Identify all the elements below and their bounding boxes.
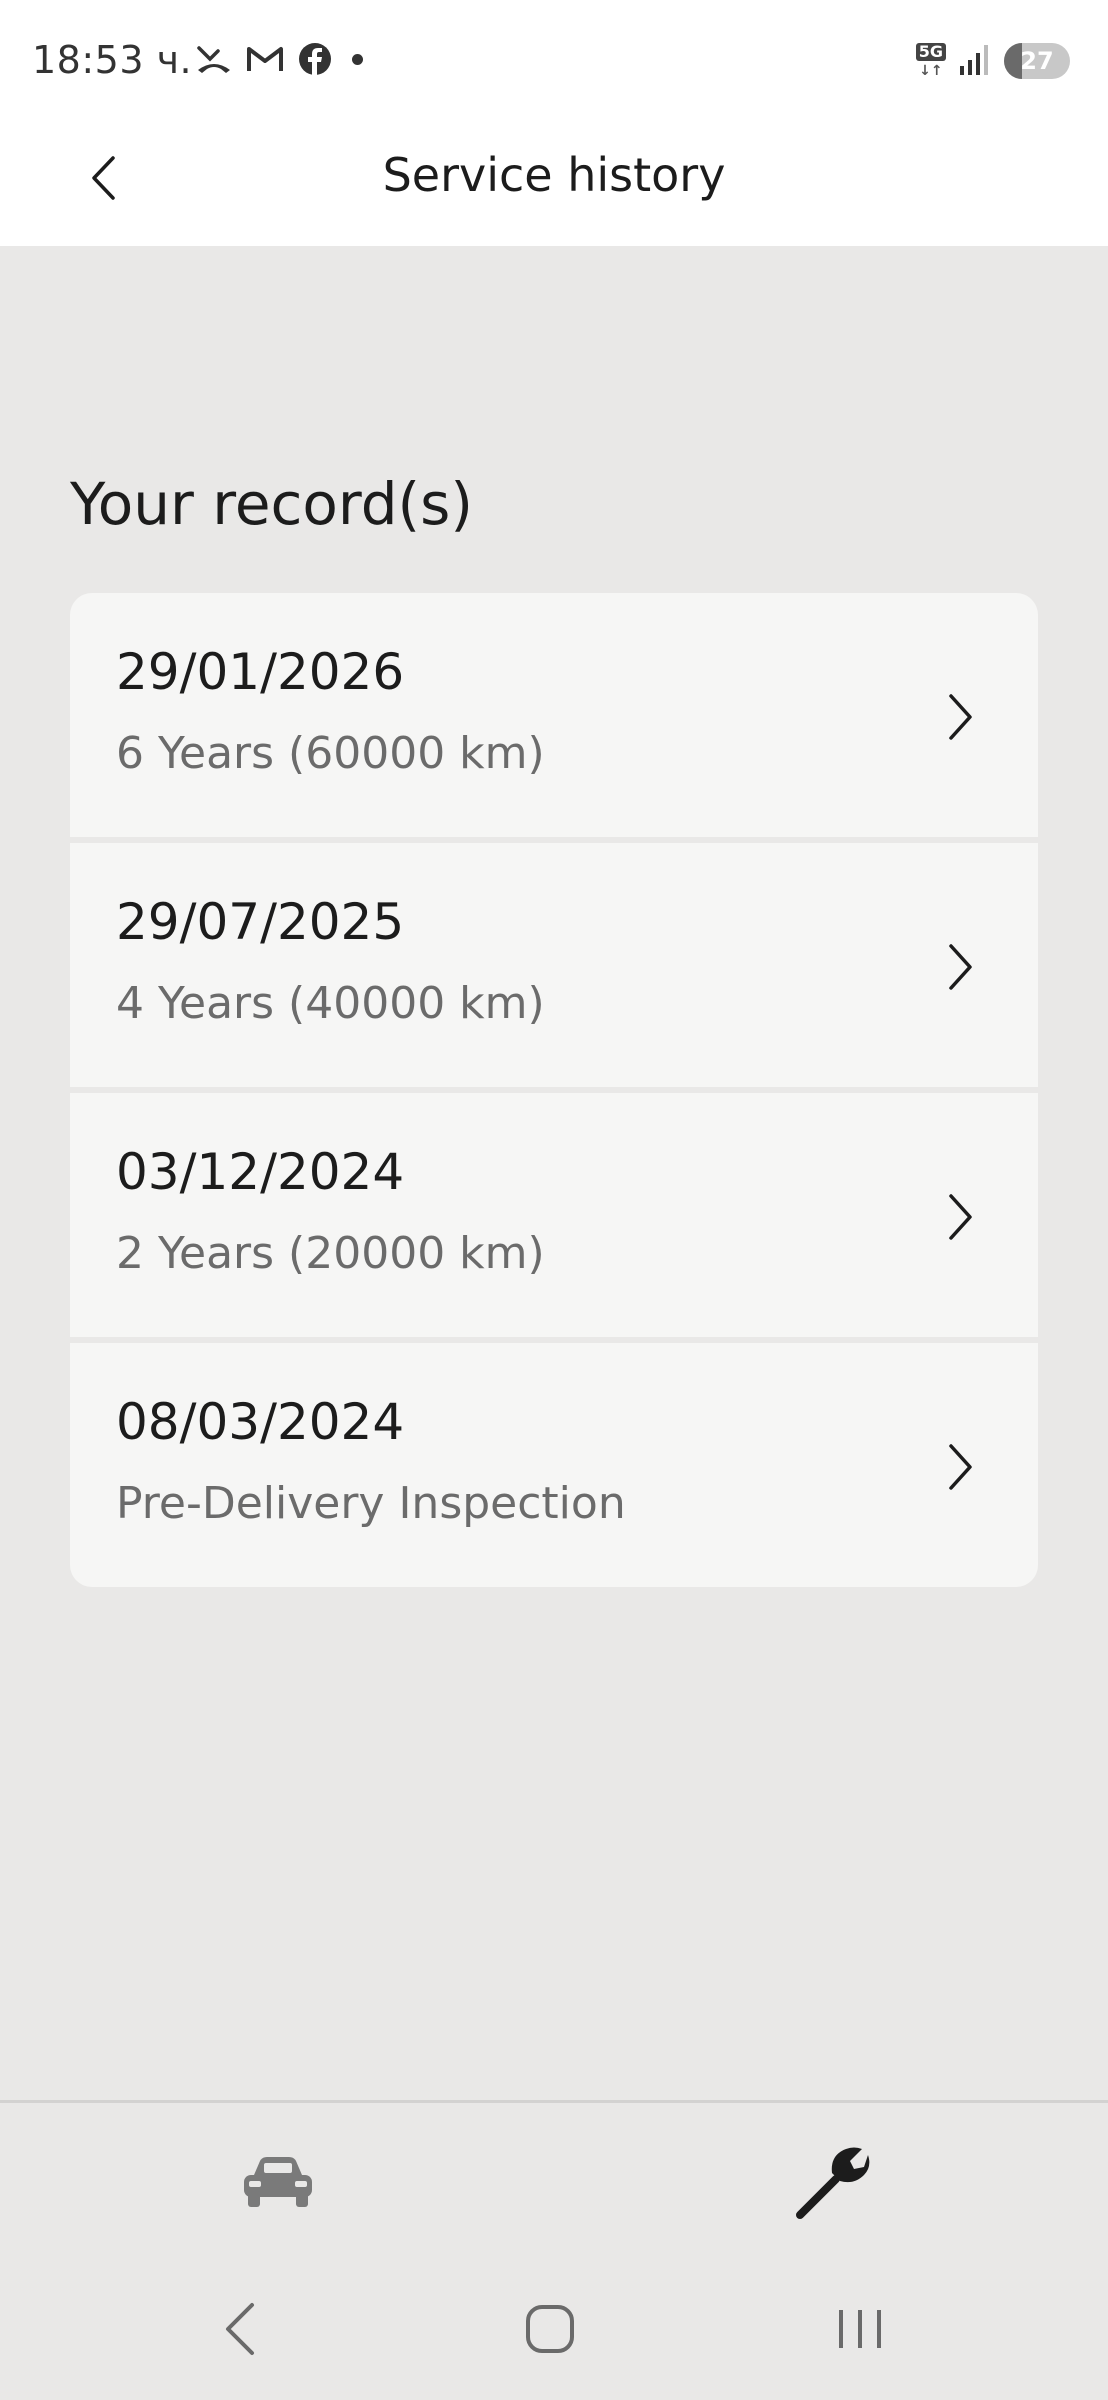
bottom-nav [0,2103,1108,2263]
page-title: Service history [382,148,726,202]
home-icon [524,2303,576,2359]
record-item[interactable]: 03/12/2024 2 Years (20000 km) [70,1093,1038,1337]
back-icon [220,2301,260,2361]
chevron-right-icon [940,1189,980,1245]
network-type: 5G [915,43,946,61]
record-item[interactable]: 29/01/2026 6 Years (60000 km) [70,593,1038,837]
battery-level: 27 [1020,47,1054,75]
status-time: 18:53 ч. [32,38,193,82]
app-header: Service history [0,120,1108,246]
signal-icon [958,42,992,80]
recents-icon [835,2306,885,2356]
car-icon [240,2153,316,2213]
record-date: 29/01/2026 [116,643,405,701]
system-status-icons: 5G ↓↑ 27 [915,42,1070,80]
record-description: 2 Years (20000 km) [116,1228,545,1279]
tab-service[interactable] [782,2143,882,2223]
record-description: 4 Years (40000 km) [116,978,545,1029]
tab-vehicle[interactable] [228,2143,328,2223]
system-back-button[interactable] [200,2291,280,2371]
system-recents-button[interactable] [820,2291,900,2371]
records-list: 29/01/2026 6 Years (60000 km) 29/07/2025… [70,593,1038,1587]
system-home-button[interactable] [510,2291,590,2371]
battery-icon: 27 [1004,43,1070,79]
record-item[interactable]: 08/03/2024 Pre-Delivery Inspection [70,1343,1038,1587]
record-date: 29/07/2025 [116,893,405,951]
network-5g-icon: 5G ↓↑ [915,43,946,79]
record-date: 03/12/2024 [116,1143,405,1201]
gmail-icon [246,44,284,74]
facebook-icon [298,42,332,76]
record-item[interactable]: 29/07/2025 4 Years (40000 km) [70,843,1038,1087]
wrench-icon [792,2143,872,2223]
status-bar: 18:53 ч. 5G ↓↑ 27 [0,0,1108,120]
notification-dot [352,53,363,65]
record-description: Pre-Delivery Inspection [116,1478,626,1529]
section-title: Your record(s) [70,470,473,538]
notification-icons [196,42,363,76]
chevron-right-icon [940,689,980,745]
chevron-right-icon [940,939,980,995]
system-nav-bar [0,2263,1108,2400]
record-description: 6 Years (60000 km) [116,728,545,779]
chevron-right-icon [940,1439,980,1495]
missed-call-icon [196,44,232,74]
record-date: 08/03/2024 [116,1393,405,1451]
